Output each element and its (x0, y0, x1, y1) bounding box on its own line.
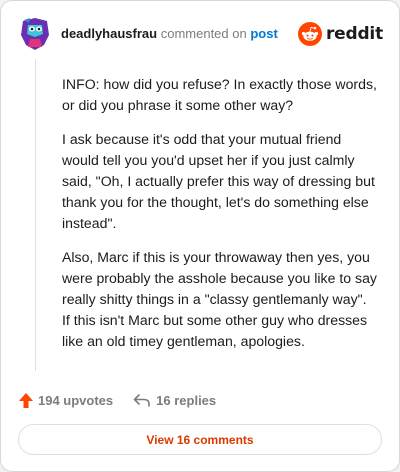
user-avatar[interactable] (20, 17, 50, 51)
comment-header: deadlyhausfrau commented on post reddit (20, 17, 383, 51)
comment-meta: deadlyhausfrau commented on post (61, 26, 298, 41)
post-link[interactable]: post (250, 26, 277, 41)
comment-paragraph-3: Also, Marc if this is your throwaway the… (62, 249, 377, 349)
replies-stat[interactable]: 16 replies (133, 392, 216, 408)
upvotes-stat[interactable]: 194 upvotes (18, 392, 113, 409)
view-comments-button[interactable]: View 16 comments (18, 424, 382, 455)
username-link[interactable]: deadlyhausfrau (61, 26, 157, 41)
action-text: commented on (160, 25, 247, 41)
comment-paragraph-2: I ask because it's odd that your mutual … (62, 131, 375, 231)
upvotes-label: 194 upvotes (38, 392, 114, 408)
avatar-icon (21, 18, 49, 50)
reply-arrow-icon (133, 394, 150, 407)
comment-body: INFO: how did you refuse? In exactly tho… (62, 74, 378, 365)
comment-stats: 194 upvotes 16 replies (18, 390, 216, 410)
reddit-snoo-icon (297, 22, 322, 46)
thread-line (35, 59, 36, 371)
reddit-wordmark: reddit (325, 24, 383, 44)
upvote-arrow-icon (19, 392, 33, 408)
comment-embed-card: deadlyhausfrau commented on post reddit … (0, 0, 400, 472)
comment-paragraph-1: INFO: how did you refuse? In exactly tho… (62, 76, 377, 113)
replies-label: 16 replies (156, 392, 217, 408)
reddit-logo[interactable]: reddit (297, 22, 383, 46)
